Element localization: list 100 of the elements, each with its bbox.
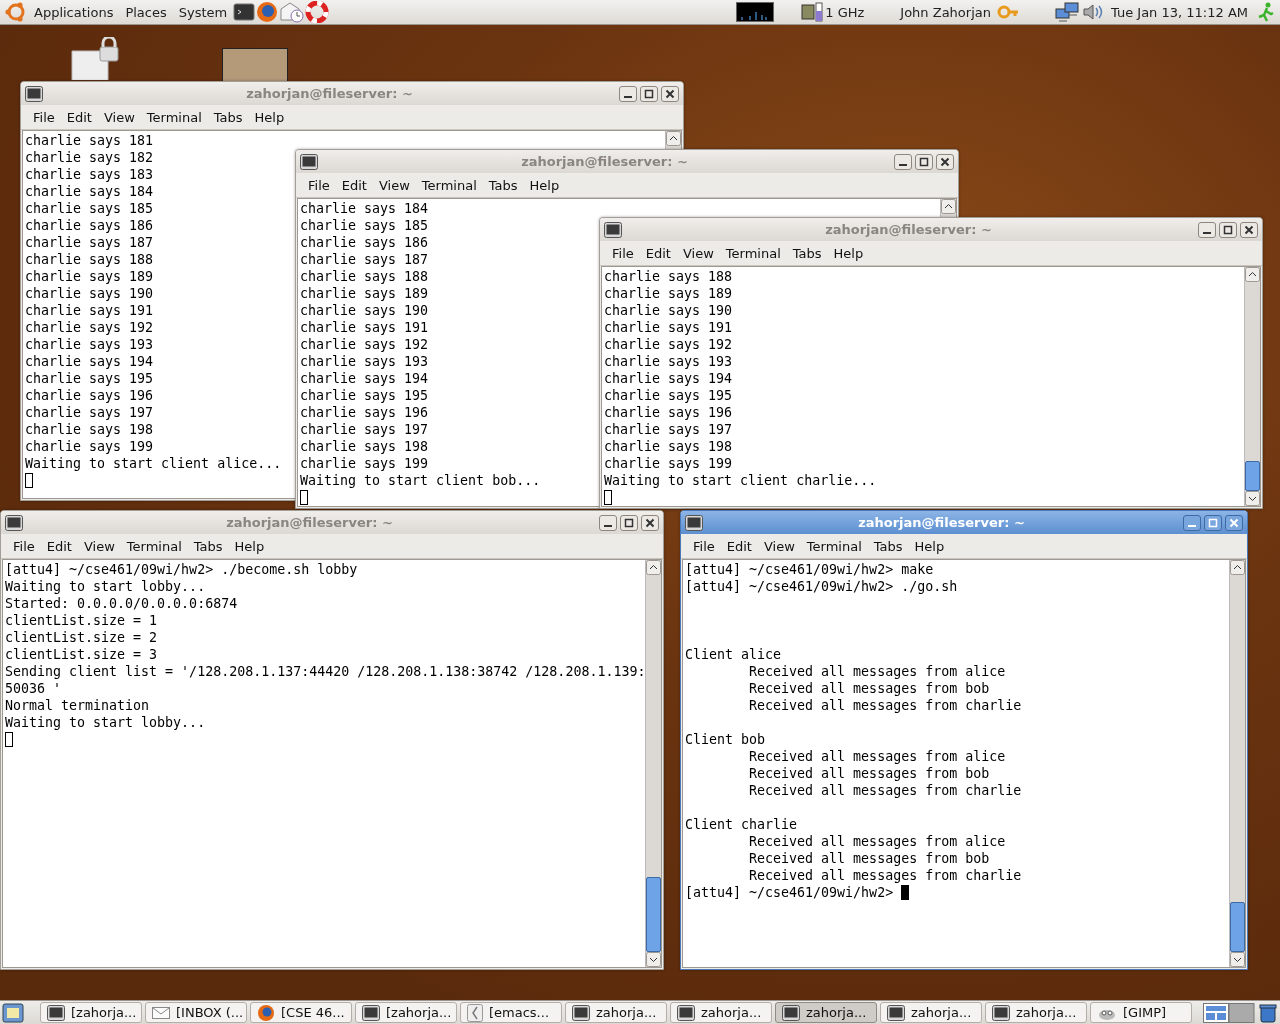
- terminal-icon: [677, 1004, 695, 1021]
- panel-menu[interactable]: Places: [119, 4, 173, 20]
- terminal-line: charlie says 194: [25, 353, 154, 370]
- maximize-icon: [644, 88, 654, 99]
- terminal-line: Received all messages from alice: [748, 833, 1006, 850]
- close-button[interactable]: [661, 85, 679, 102]
- taskbar-button[interactable]: zahorja...: [880, 1002, 982, 1023]
- menu-item[interactable]: Edit: [60, 109, 98, 125]
- menu-item[interactable]: Help: [908, 538, 951, 554]
- menu-item[interactable]: Edit: [639, 245, 677, 261]
- taskbar-button[interactable]: [CSE 46...: [250, 1002, 352, 1023]
- menu-item[interactable]: Tabs: [786, 245, 828, 261]
- menu-item[interactable]: Terminal: [800, 538, 868, 554]
- scroll-up-button[interactable]: [646, 560, 661, 575]
- menu-item[interactable]: Help: [248, 109, 291, 125]
- menu-item[interactable]: Terminal: [719, 245, 787, 261]
- terminal-line: Received all messages from bob: [748, 850, 990, 867]
- menu-item[interactable]: Terminal: [120, 538, 188, 554]
- menu-item[interactable]: View: [97, 109, 141, 125]
- maximize-button[interactable]: [640, 85, 658, 102]
- menu-item[interactable]: Help: [228, 538, 271, 554]
- menu-item[interactable]: Edit: [720, 538, 758, 554]
- menu-item[interactable]: Edit: [335, 177, 373, 193]
- taskbar-button[interactable]: [emacs...: [460, 1002, 562, 1023]
- menu-item[interactable]: Tabs: [867, 538, 909, 554]
- menu-item[interactable]: File: [687, 538, 721, 554]
- scroll-down-button[interactable]: [1230, 952, 1245, 967]
- workspace-switcher[interactable]: [1203, 1002, 1255, 1023]
- scroll-down-button[interactable]: [1245, 491, 1260, 506]
- cpu-chip-icon[interactable]: [800, 1, 825, 23]
- network-computers-icon[interactable]: [1054, 1, 1081, 23]
- minimize-button[interactable]: [619, 85, 637, 102]
- lifebuoy-icon[interactable]: [305, 1, 330, 23]
- mail-clock-icon[interactable]: [279, 1, 306, 23]
- browser-launcher-icon[interactable]: [255, 1, 280, 23]
- maximize-button[interactable]: [915, 153, 933, 170]
- maximize-button[interactable]: [620, 514, 638, 531]
- minimize-button[interactable]: [1183, 514, 1201, 531]
- terminal-launcher-icon[interactable]: [233, 2, 256, 22]
- minimize-icon: [1188, 525, 1196, 527]
- menu-item[interactable]: Edit: [40, 538, 78, 554]
- panel-menu[interactable]: System: [172, 4, 234, 20]
- taskbar-button[interactable]: [zahorja...: [355, 1002, 457, 1023]
- taskbar-button[interactable]: zahorja...: [565, 1002, 667, 1023]
- menu-item[interactable]: File: [302, 177, 336, 193]
- taskbar-button[interactable]: zahorja...: [670, 1002, 772, 1023]
- menu-item[interactable]: Help: [827, 245, 870, 261]
- menu-item[interactable]: Help: [523, 177, 566, 193]
- menu-item[interactable]: Terminal: [140, 109, 208, 125]
- scroll-up-button[interactable]: [666, 131, 681, 146]
- minimize-button[interactable]: [599, 514, 617, 531]
- taskbar-button[interactable]: zahorja...: [775, 1002, 877, 1023]
- menu-item[interactable]: Tabs: [207, 109, 249, 125]
- trash-icon[interactable]: [1258, 1002, 1278, 1023]
- scroll-up-button[interactable]: [1245, 267, 1260, 282]
- close-icon: [665, 88, 675, 99]
- menu-item[interactable]: Terminal: [415, 177, 483, 193]
- volume-icon[interactable]: [1080, 1, 1105, 23]
- show-desktop-icon[interactable]: [2, 1002, 24, 1023]
- taskbar-button[interactable]: [INBOX (...: [145, 1002, 247, 1023]
- minimize-button[interactable]: [1198, 221, 1216, 238]
- taskbar-button[interactable]: zahorja...: [985, 1002, 1087, 1023]
- clock[interactable]: Tue Jan 13, 11:12 AM: [1110, 4, 1248, 20]
- scrollbar-thumb[interactable]: [1245, 461, 1260, 491]
- scrollbar-thumb[interactable]: [1230, 902, 1245, 952]
- close-button[interactable]: [1240, 221, 1258, 238]
- terminal-line: charlie says 189: [604, 285, 733, 302]
- scroll-down-button[interactable]: [646, 952, 661, 967]
- terminal-line: charlie says 184: [300, 200, 429, 217]
- terminal-line: charlie says 197: [300, 421, 429, 438]
- scrollbar-thumb[interactable]: [646, 877, 661, 952]
- terminal-icon: [572, 1004, 590, 1021]
- scroll-up-button[interactable]: [941, 199, 956, 214]
- close-button[interactable]: [1225, 514, 1243, 531]
- terminal-line: charlie says 184: [25, 183, 154, 200]
- menu-item[interactable]: File: [27, 109, 61, 125]
- minimize-button[interactable]: [894, 153, 912, 170]
- terminal-line: [attu4] ~/cse461/09wi/hw2> ./become.sh lobby: [5, 561, 358, 578]
- maximize-button[interactable]: [1219, 221, 1237, 238]
- taskbar-button[interactable]: [GIMP]: [1090, 1002, 1192, 1023]
- terminal-line: charlie says 187: [300, 251, 429, 268]
- close-button[interactable]: [936, 153, 954, 170]
- taskbar-button[interactable]: [zahorja...: [40, 1002, 142, 1023]
- menu-item[interactable]: Tabs: [187, 538, 229, 554]
- panel-menu[interactable]: Applications: [28, 4, 120, 20]
- menu-item[interactable]: File: [606, 245, 640, 261]
- menu-item[interactable]: View: [757, 538, 801, 554]
- menu-item[interactable]: View: [372, 177, 416, 193]
- terminal-line: charlie says 185: [300, 217, 429, 234]
- photo-placeholder[interactable]: [222, 48, 288, 82]
- user-name[interactable]: John Zahorjan: [900, 4, 991, 20]
- maximize-button[interactable]: [1204, 514, 1222, 531]
- terminal-icon: [887, 1004, 905, 1021]
- scroll-up-button[interactable]: [1230, 560, 1245, 575]
- system-monitor-graph[interactable]: [736, 2, 775, 22]
- menu-item[interactable]: Tabs: [482, 177, 524, 193]
- menu-item[interactable]: View: [77, 538, 121, 554]
- close-button[interactable]: [641, 514, 659, 531]
- menu-item[interactable]: View: [676, 245, 720, 261]
- menu-item[interactable]: File: [7, 538, 41, 554]
